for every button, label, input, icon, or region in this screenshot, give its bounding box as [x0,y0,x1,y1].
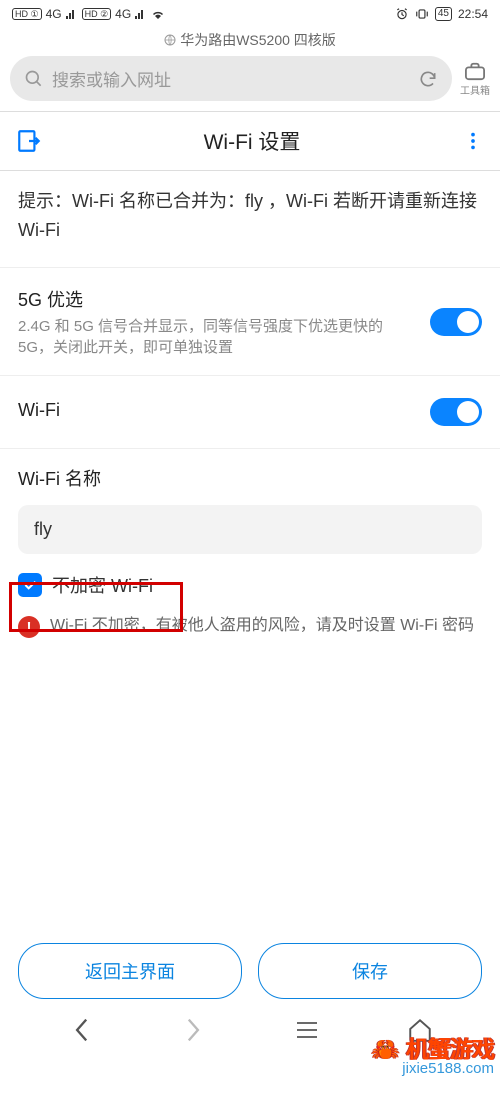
page-header: Wi-Fi 设置 [0,112,500,170]
signal-icon-2 [135,9,147,19]
warning-row: ! Wi-Fi 不加密，有被他人盗用的风险，请及时设置 Wi-Fi 密码 [0,604,500,646]
signal-icon-1 [66,9,78,19]
nav-menu[interactable] [290,1013,324,1047]
no-encrypt-checkbox[interactable] [18,573,42,597]
action-buttons: 返回主界面 保存 [0,943,500,999]
setting-5g-desc: 2.4G 和 5G 信号合并显示，同等信号强度下优选更快的 5G，关闭此开关，即… [18,316,418,360]
hd-badge-1: HD ① [12,8,42,20]
net-4g-1: 4G [46,7,62,21]
vibrate-icon [415,7,429,21]
setting-5g-priority: 5G 优选 2.4G 和 5G 信号合并显示，同等信号强度下优选更快的 5G，关… [0,268,500,377]
wifi-icon [151,9,165,19]
watermark: 🦀 机蟹游戏 jixie5188.com [371,1030,494,1083]
back-home-button[interactable]: 返回主界面 [18,943,242,999]
more-icon[interactable] [462,130,484,152]
toggle-5g-priority[interactable] [430,308,482,336]
toolbox-icon [464,61,486,81]
status-left: HD ① 4G HD ② 4G [12,7,165,21]
net-4g-2: 4G [115,7,131,21]
page-title: Wi-Fi 设置 [42,126,462,156]
tip-message: 提示：Wi-Fi 名称已合并为：fly ，Wi-Fi 若断开请重新连接 Wi-F… [0,171,500,268]
address-placeholder: 搜索或输入网址 [52,66,410,91]
toggle-wifi[interactable] [430,398,482,426]
hd-badge-2: HD ② [82,8,112,20]
wifi-name-input[interactable]: fly [18,505,482,554]
refresh-icon[interactable] [418,69,438,89]
setting-5g-title: 5G 优选 [18,286,418,312]
search-icon [24,69,44,89]
setting-wifi-title: Wi-Fi [18,400,60,421]
alarm-icon [395,7,409,21]
warning-icon: ! [18,616,40,638]
status-bar: HD ① 4G HD ② 4G 45 22:54 [0,0,500,26]
battery-level: 45 [435,7,452,21]
watermark-brand: 机蟹游戏 [406,1036,494,1062]
save-button[interactable]: 保存 [258,943,482,999]
address-bar[interactable]: 搜索或输入网址 [10,56,452,101]
status-right: 45 22:54 [395,7,488,21]
menu-icon [295,1020,319,1040]
chevron-left-icon [72,1017,90,1043]
nav-forward[interactable] [177,1013,211,1047]
exit-icon[interactable] [16,128,42,154]
chevron-right-icon [185,1017,203,1043]
clock: 22:54 [458,7,488,21]
wifi-name-label: Wi-Fi 名称 [18,465,482,491]
toolbox-button[interactable]: 工具箱 [460,61,490,97]
setting-wifi: Wi-Fi [0,376,500,449]
wifi-name-section: Wi-Fi 名称 fly [0,449,500,562]
no-encrypt-label: 不加密 Wi-Fi [52,572,153,598]
browser-tab-title: 华为路由WS5200 四核版 [0,26,500,56]
browser-toolbar: 搜索或输入网址 工具箱 [0,56,500,111]
crab-icon: 🦀 [371,1036,399,1062]
no-encrypt-row[interactable]: 不加密 Wi-Fi [0,562,500,604]
checkmark-icon [22,577,38,593]
nav-back[interactable] [64,1013,98,1047]
globe-icon [164,34,176,46]
warning-text: Wi-Fi 不加密，有被他人盗用的风险，请及时设置 Wi-Fi 密码 [50,614,474,638]
toolbox-label: 工具箱 [460,82,490,97]
